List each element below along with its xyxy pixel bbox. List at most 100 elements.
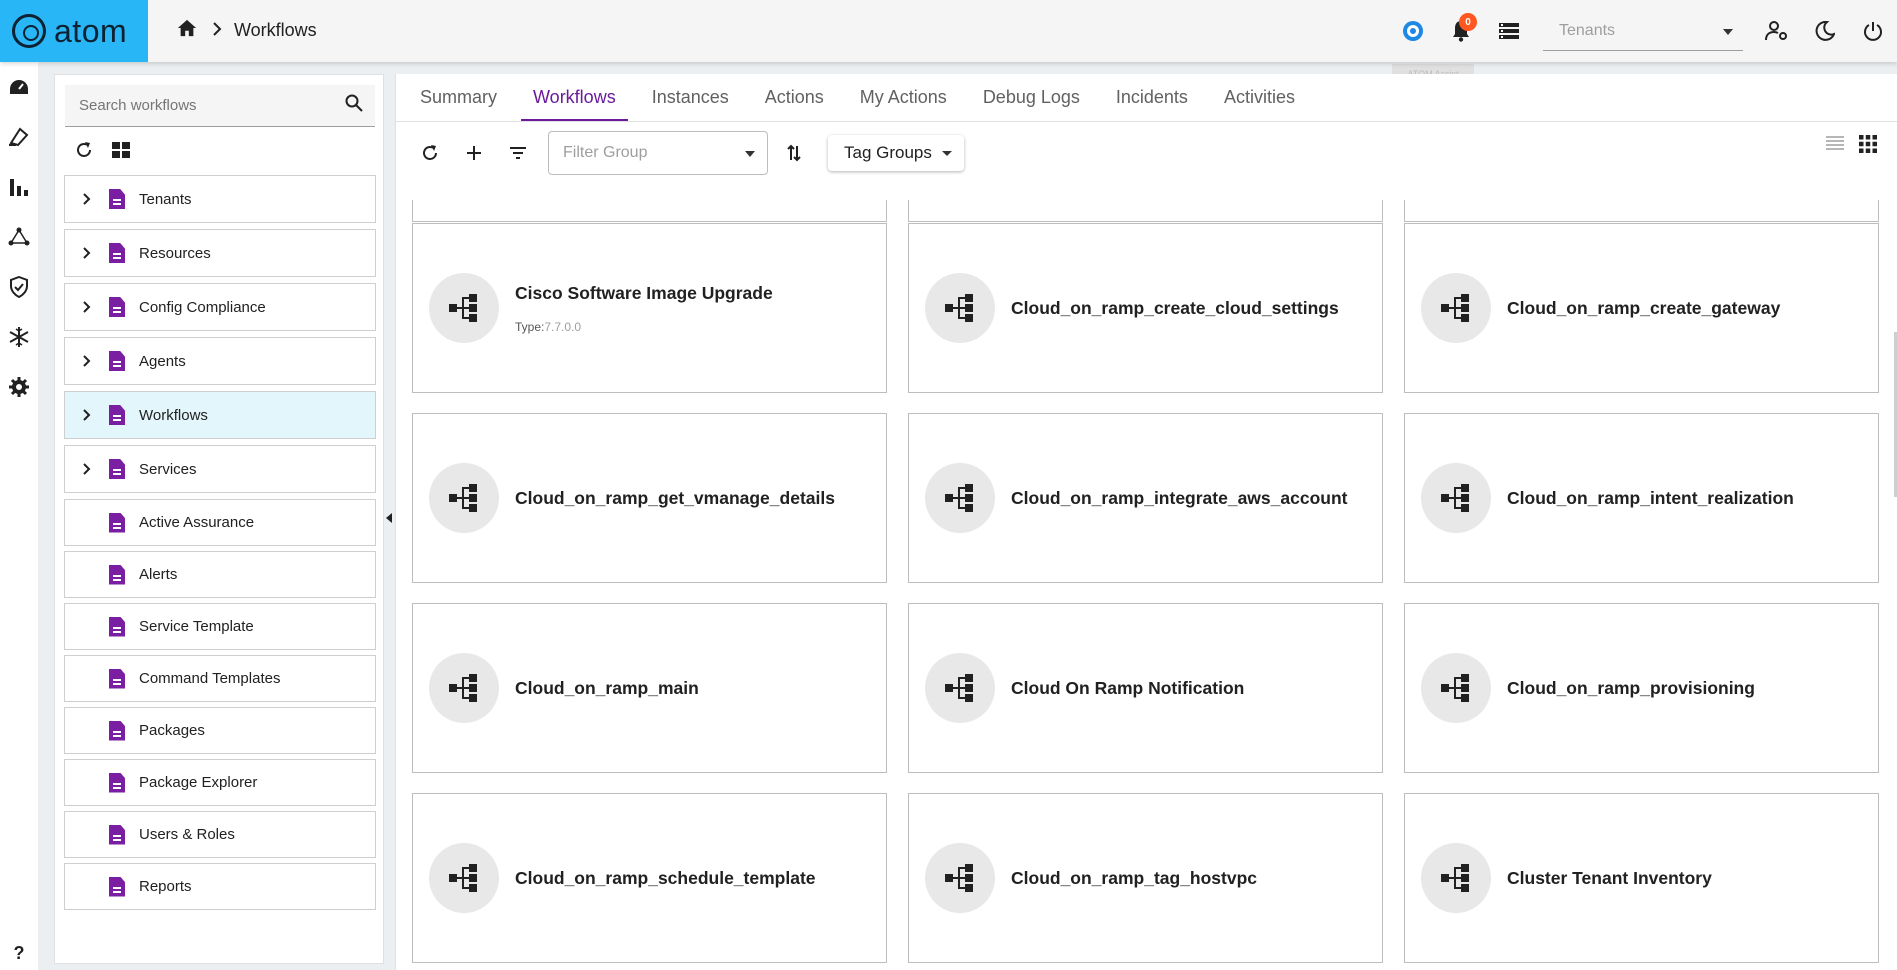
workflow-card[interactable]: Cloud_on_ramp_create_cloud_settings — [908, 223, 1383, 393]
sidebar-item-label: Command Templates — [139, 670, 281, 687]
tab-actions[interactable]: Actions — [753, 73, 836, 121]
workflow-card[interactable]: Cloud_on_ramp_main — [412, 603, 887, 773]
tenant-select-placeholder: Tenants — [1559, 21, 1616, 39]
document-icon — [109, 772, 125, 793]
sort-icon[interactable] — [776, 135, 812, 171]
card-partial — [412, 200, 887, 222]
refresh-icon[interactable] — [412, 135, 448, 171]
tab-bar: Summary Workflows Instances Actions My A… — [396, 74, 1897, 122]
workflow-type: Type:7.7.0.0 — [515, 320, 773, 334]
sidebar-item-reports[interactable]: Reports — [64, 863, 376, 910]
notifications-icon[interactable]: 0 — [1437, 7, 1485, 55]
help-icon[interactable]: ? — [0, 943, 38, 964]
workflow-title: Cisco Software Image Upgrade — [515, 282, 773, 303]
sidebar-item-users-roles[interactable]: Users & Roles — [64, 811, 376, 858]
sidebar-item-command-templates[interactable]: Command Templates — [64, 655, 376, 702]
sidebar-item-label: Users & Roles — [139, 826, 235, 843]
filter-group-select[interactable]: Filter Group — [548, 131, 768, 175]
logo-text: atom — [54, 12, 128, 49]
collapse-sidebar-icon[interactable] — [384, 508, 394, 528]
workflow-card[interactable]: Cloud_on_ramp_get_vmanage_details — [412, 413, 887, 583]
workflow-card[interactable]: Cloud_on_ramp_integrate_aws_account — [908, 413, 1383, 583]
dark-mode-icon[interactable] — [1801, 7, 1849, 55]
workflow-card[interactable]: Cloud On Ramp Notification — [908, 603, 1383, 773]
chevron-right-icon[interactable] — [65, 193, 109, 205]
workflow-icon — [925, 653, 995, 723]
tab-workflows[interactable]: Workflows — [521, 73, 628, 121]
tab-debug-logs[interactable]: Debug Logs — [971, 73, 1092, 121]
sidebar-item-label: Alerts — [139, 566, 178, 583]
search-icon[interactable] — [345, 94, 363, 117]
tag-groups-button[interactable]: Tag Groups — [828, 135, 964, 171]
document-icon — [109, 297, 125, 317]
tenant-select[interactable]: Tenants — [1543, 11, 1743, 51]
workflow-card[interactable]: Cloud_on_ramp_tag_hostvpc — [908, 793, 1383, 963]
tab-activities[interactable]: Activities — [1212, 73, 1307, 121]
grid-view-icon[interactable] — [1859, 135, 1877, 158]
topology-icon[interactable] — [0, 212, 38, 262]
dashboard-grid-icon[interactable] — [111, 141, 131, 164]
sidebar-item-package-explorer[interactable]: Package Explorer — [64, 759, 376, 806]
power-icon[interactable] — [1849, 7, 1897, 55]
chevron-right-icon[interactable] — [65, 463, 109, 475]
document-icon — [109, 405, 125, 425]
user-settings-icon[interactable] — [1753, 7, 1801, 55]
filter-icon[interactable] — [500, 135, 536, 171]
tab-instances[interactable]: Instances — [640, 73, 741, 121]
workflow-icon — [925, 463, 995, 533]
workflow-card[interactable]: Cloud_on_ramp_provisioning — [1404, 603, 1879, 773]
workflow-title: Cloud_on_ramp_main — [515, 677, 699, 698]
search-input[interactable] — [79, 97, 319, 114]
sidebar-item-label: Tenants — [139, 190, 192, 208]
card-partial — [908, 200, 1383, 222]
sidebar-item-label: Workflows — [139, 406, 208, 424]
chevron-right-icon[interactable] — [65, 247, 109, 259]
add-icon[interactable] — [456, 135, 492, 171]
workflow-card[interactable]: Cloud_on_ramp_intent_realization — [1404, 413, 1879, 583]
security-icon[interactable] — [0, 262, 38, 312]
sidebar-item-workflows[interactable]: Workflows — [64, 391, 376, 439]
tab-my-actions[interactable]: My Actions — [848, 73, 959, 121]
sidebar-item-service-template[interactable]: Service Template — [64, 603, 376, 650]
sidebar-item-alerts[interactable]: Alerts — [64, 551, 376, 598]
devices-icon[interactable] — [0, 112, 38, 162]
workflow-card[interactable]: Cloud_on_ramp_schedule_template — [412, 793, 887, 963]
sidebar-item-packages[interactable]: Packages — [64, 707, 376, 754]
server-list-icon[interactable] — [1485, 7, 1533, 55]
list-view-icon[interactable] — [1825, 135, 1845, 158]
settings-icon[interactable] — [0, 362, 38, 412]
analytics-icon[interactable] — [0, 162, 38, 212]
sidebar-item-config-compliance[interactable]: Config Compliance — [64, 283, 376, 331]
workflow-card[interactable]: Cisco Software Image Upgrade Type:7.7.0.… — [412, 223, 887, 393]
search-workflows-box[interactable] — [65, 85, 375, 127]
sidebar-item-label: Service Template — [139, 618, 254, 635]
sidebar-item-agents[interactable]: Agents — [64, 337, 376, 385]
chevron-right-icon[interactable] — [65, 355, 109, 367]
home-icon[interactable] — [176, 18, 198, 43]
workflow-title: Cloud_on_ramp_schedule_template — [515, 867, 816, 888]
workflow-card[interactable]: Cloud_on_ramp_create_gateway — [1404, 223, 1879, 393]
sidebar-item-services[interactable]: Services — [64, 445, 376, 493]
dashboard-icon[interactable] — [0, 62, 38, 112]
view-toggle — [1825, 135, 1877, 158]
sidebar-item-active-assurance[interactable]: Active Assurance — [64, 499, 376, 546]
refresh-icon[interactable] — [75, 141, 93, 164]
snowflake-icon[interactable] — [0, 312, 38, 362]
atom-assist-icon[interactable] — [1389, 7, 1437, 55]
tab-summary[interactable]: Summary — [408, 73, 509, 121]
atom-logo[interactable]: atom — [0, 0, 148, 62]
chevron-right-icon[interactable] — [65, 301, 109, 313]
tab-incidents[interactable]: Incidents — [1104, 73, 1200, 121]
workflow-card[interactable]: Cluster Tenant Inventory — [1404, 793, 1879, 963]
sidebar-item-tenants[interactable]: Tenants — [64, 175, 376, 223]
top-bar: atom Workflows 0 Tenants — [0, 0, 1897, 62]
sidebar-item-resources[interactable]: Resources — [64, 229, 376, 277]
workflow-icon — [1421, 463, 1491, 533]
document-icon — [109, 876, 125, 897]
sidebar-item-label: Config Compliance — [139, 298, 266, 316]
sidebar-item-label: Active Assurance — [139, 514, 255, 531]
type-value: 7.7.0.0 — [544, 319, 582, 334]
breadcrumb-current: Workflows — [234, 20, 317, 40]
workflow-grid: Cisco Software Image Upgrade Type:7.7.0.… — [412, 200, 1882, 970]
chevron-right-icon[interactable] — [65, 409, 109, 421]
